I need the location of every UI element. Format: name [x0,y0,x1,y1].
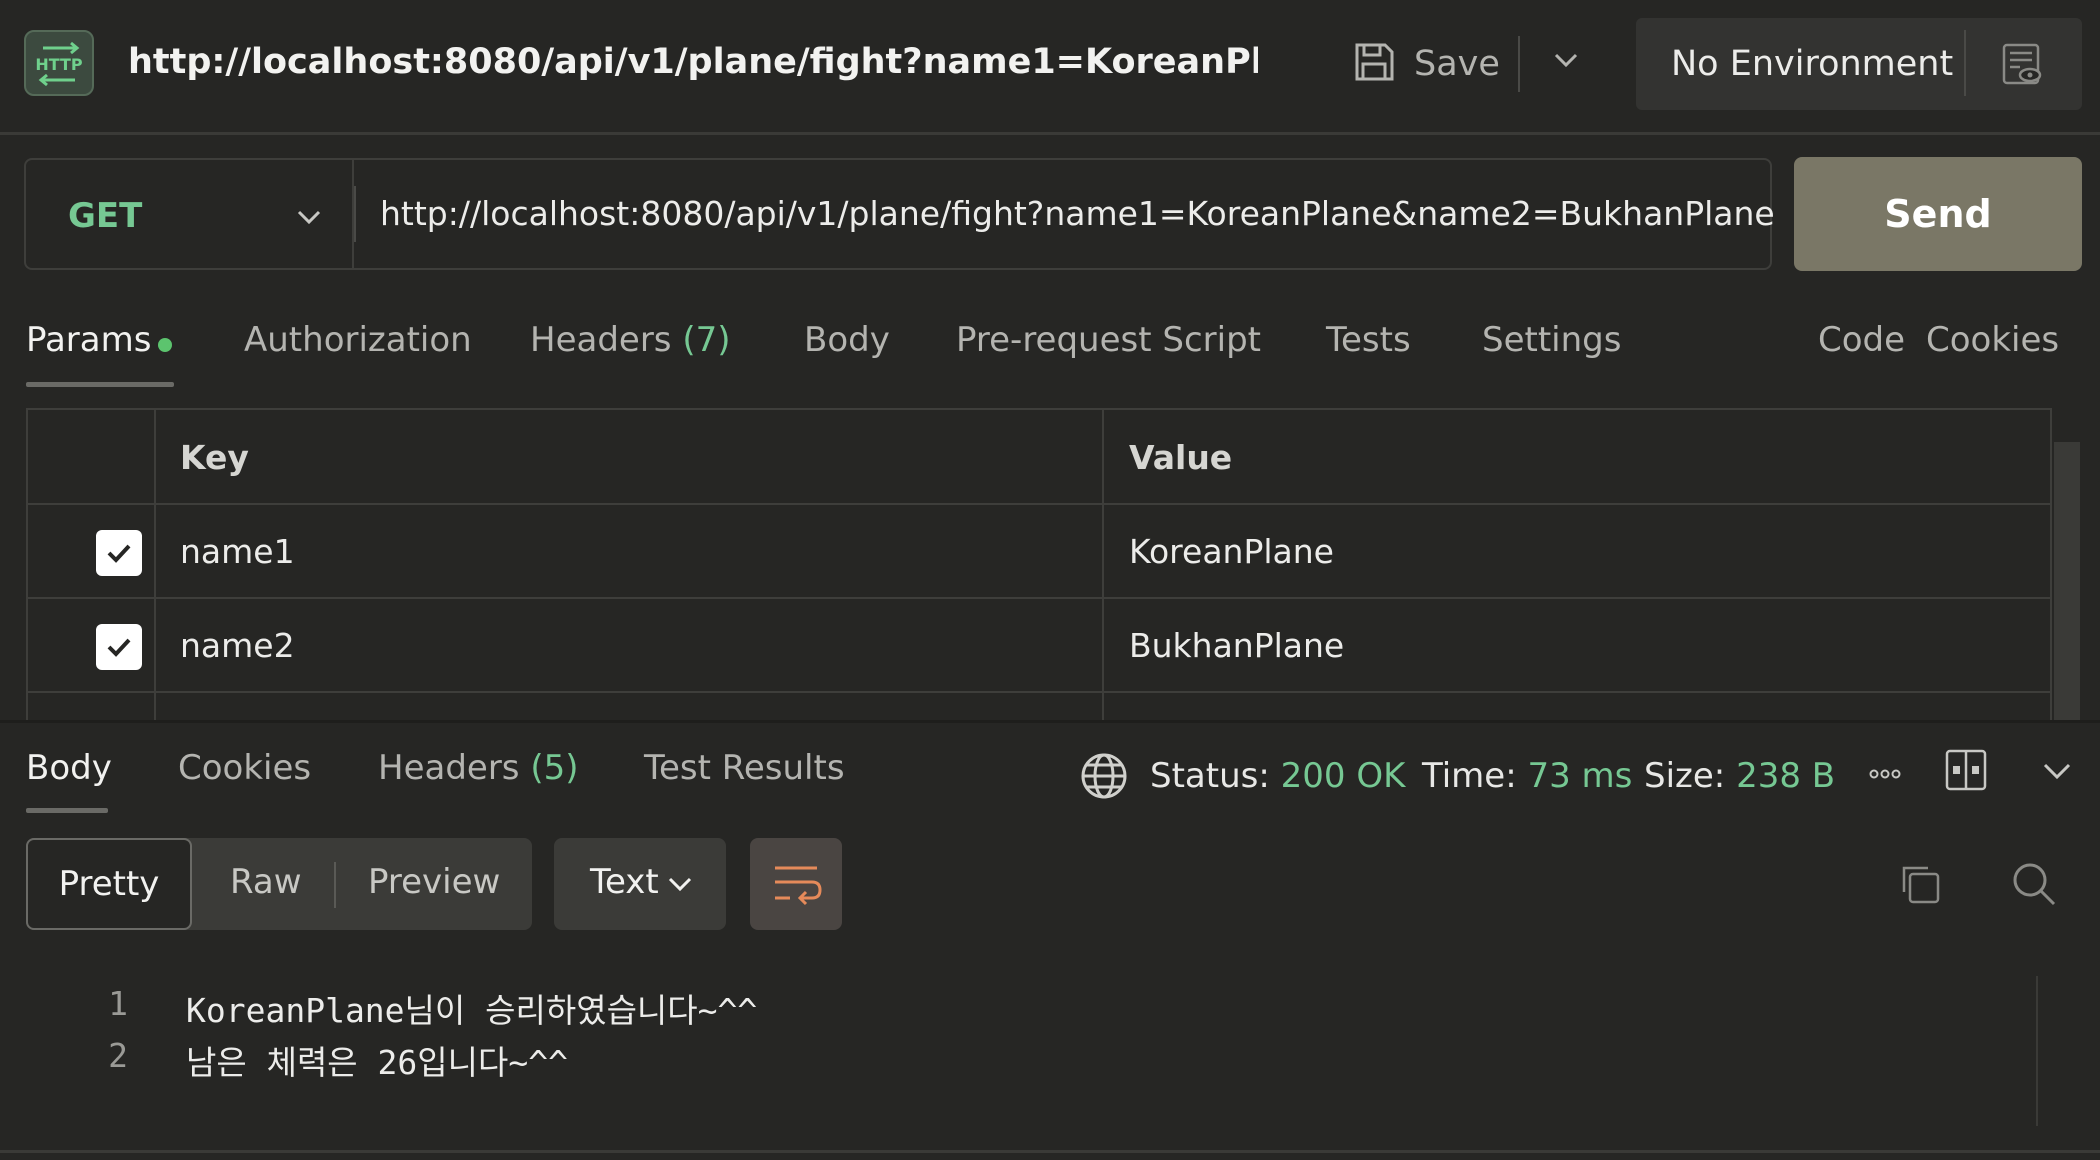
params-table [26,408,2052,723]
url-text[interactable]: http://localhost:8080/api/v1/plane/fight… [380,194,1775,233]
response-type-label[interactable]: Text [590,862,659,902]
response-headers-count: (5) [530,748,579,788]
tab-headers-label: Headers [530,320,672,360]
save-icon [1352,40,1396,88]
status-label: Status: [1150,756,1270,796]
response-scrollbar[interactable] [2036,976,2038,1126]
send-button[interactable]: Send [1794,157,2082,271]
layout-icon[interactable] [1944,748,1988,796]
globe-icon[interactable] [1080,752,1128,804]
response-tab-cookies[interactable]: Cookies [178,748,311,788]
check-icon [107,544,131,563]
response-line: 남은 체력은 26입니다~^^ [186,1043,568,1082]
tab-pre-request-script[interactable]: Pre-request Script [956,320,1261,360]
environment-label[interactable]: No Environment [1671,44,1953,84]
params-indicator-dot [158,338,172,352]
param-checkbox[interactable] [96,530,142,576]
param-key[interactable]: name2 [180,626,295,665]
chevron-down-icon[interactable] [1550,44,1582,80]
format-raw-button[interactable]: Raw [230,862,302,902]
size-value: 238 B [1736,756,1836,796]
format-pretty-button[interactable]: Pretty [26,838,192,930]
divider [1518,36,1520,92]
search-icon[interactable] [2010,860,2058,912]
chevron-down-icon[interactable] [2040,756,2074,790]
size-indicator[interactable]: Size: 238 B [1644,756,1835,796]
pane-splitter[interactable] [0,720,2100,723]
active-tab-underline [26,382,174,387]
time-indicator[interactable]: Time: 73 ms [1422,756,1632,796]
http-icon: HTTP [24,30,94,96]
param-checkbox[interactable] [96,624,142,670]
http-badge-text: HTTP [35,55,83,74]
wrap-lines-button[interactable] [750,838,842,930]
environment-eye-icon[interactable] [2000,42,2044,90]
time-value: 73 ms [1527,756,1633,796]
copy-icon[interactable] [1898,862,1942,910]
response-line: KoreanPlane님이 승리하였습니다~^^ [186,991,758,1030]
response-tab-body[interactable]: Body [26,748,112,788]
divider [1964,30,1966,96]
divider [354,186,356,242]
format-preview-button[interactable]: Preview [368,862,500,902]
active-tab-underline [26,808,108,813]
divider [26,597,2052,599]
time-label: Time: [1422,756,1517,796]
column-header-key: Key [180,438,249,477]
params-scrollbar[interactable] [2054,442,2080,722]
line-number: 2 [108,1036,128,1075]
response-tab-test-results[interactable]: Test Results [644,748,845,788]
divider [1102,410,1104,723]
chevron-down-icon[interactable] [666,872,694,900]
method-label[interactable]: GET [68,196,142,236]
tab-headers[interactable]: Headers (7) [530,320,731,360]
size-label: Size: [1644,756,1726,796]
divider [26,691,2052,693]
divider [334,862,336,908]
check-icon [107,638,131,657]
save-label: Save [1414,44,1500,84]
tab-body[interactable]: Body [804,320,890,360]
tab-params[interactable]: Params [26,320,151,360]
chevron-down-icon[interactable] [294,202,324,236]
divider [2050,410,2052,723]
response-tab-headers-label: Headers [378,748,520,788]
response-tab-headers[interactable]: Headers (5) [378,748,579,788]
status-indicator[interactable]: Status: 200 OK [1150,756,1405,796]
status-value: 200 OK [1280,756,1406,796]
divider [154,410,156,723]
wrap-icon [775,866,822,906]
tab-tests[interactable]: Tests [1326,320,1411,360]
tab-settings[interactable]: Settings [1482,320,1621,360]
more-icon[interactable] [1868,764,1902,788]
save-button[interactable]: Save [1352,36,1500,92]
tab-authorization[interactable]: Authorization [244,320,472,360]
cookies-link[interactable]: Cookies [1926,320,2059,360]
request-title[interactable]: http://localhost:8080/api/v1/plane/fight… [128,42,1258,82]
divider [0,1150,2100,1153]
param-value[interactable]: KoreanPlane [1129,532,1334,571]
param-value[interactable]: BukhanPlane [1129,626,1344,665]
code-link[interactable]: Code [1818,320,1905,360]
divider [26,503,2052,505]
column-header-value: Value [1129,438,1233,477]
headers-count: (7) [682,320,731,360]
param-key[interactable]: name1 [180,532,295,571]
line-number: 1 [108,984,128,1023]
